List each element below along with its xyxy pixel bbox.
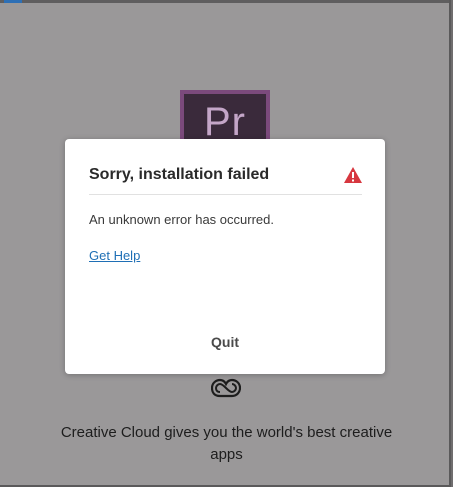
warning-icon <box>344 167 362 183</box>
get-help-link[interactable]: Get Help <box>89 248 140 263</box>
dialog-title: Sorry, installation failed <box>89 166 270 183</box>
creative-cloud-icon <box>211 378 241 398</box>
installer-window: Pr Creative Cloud gives you the world's … <box>0 0 451 487</box>
corner-accent <box>4 0 22 3</box>
creative-cloud-tagline: Creative Cloud gives you the world's bes… <box>60 424 393 463</box>
dialog-divider <box>89 194 362 195</box>
window-top-strip <box>0 0 449 3</box>
error-message: An unknown error has occurred. <box>89 212 274 227</box>
error-dialog: Sorry, installation failed An unknown er… <box>65 139 385 374</box>
quit-button[interactable]: Quit <box>190 331 260 353</box>
